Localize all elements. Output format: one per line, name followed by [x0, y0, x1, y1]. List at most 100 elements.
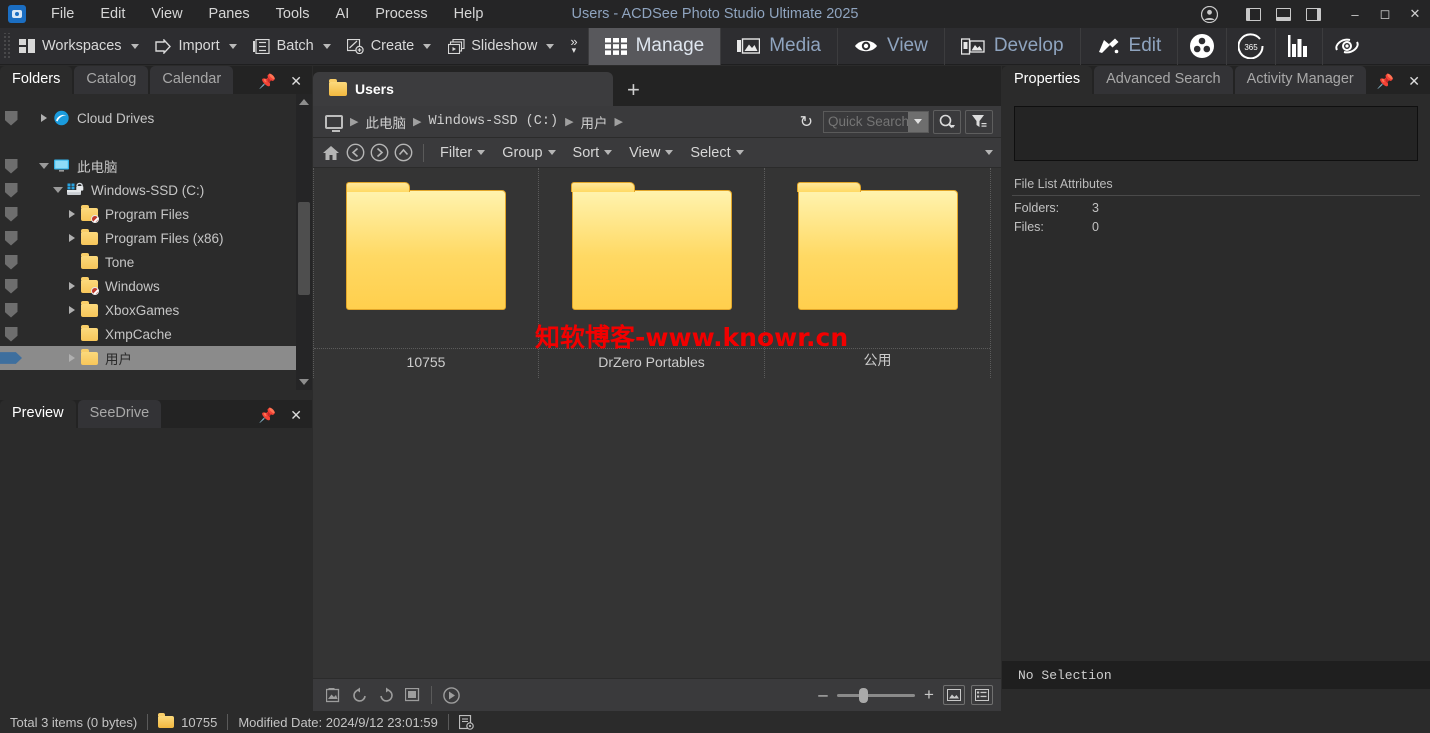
expander-collapsed-icon[interactable]	[64, 306, 80, 314]
pin-icon[interactable]: 📌	[1377, 73, 1394, 90]
tab-edit[interactable]: Edit	[1079, 27, 1178, 65]
expander-collapsed-icon[interactable]	[64, 282, 80, 290]
detail-view-icon[interactable]	[971, 685, 993, 705]
tab-activity-manager[interactable]: Activity Manager	[1234, 66, 1366, 94]
tab-advanced-search[interactable]: Advanced Search	[1094, 66, 1233, 94]
close-icon[interactable]: ✕	[290, 407, 302, 424]
scroll-up-icon[interactable]	[296, 94, 312, 110]
tree-item-xboxgames[interactable]: XboxGames	[0, 298, 312, 322]
chevron-down-icon[interactable]	[130, 43, 139, 49]
filterbar-overflow-icon[interactable]	[985, 150, 993, 155]
shield-badge[interactable]	[0, 106, 22, 130]
chevron-down-icon[interactable]	[423, 43, 432, 49]
toolbar-grip[interactable]	[2, 33, 12, 59]
breadcrumb-users[interactable]: 用户	[577, 110, 612, 134]
tree-item-tone[interactable]: Tone	[0, 250, 312, 274]
layout-left-pane-icon[interactable]	[1238, 0, 1268, 28]
thumbnail-icon[interactable]	[321, 683, 347, 707]
toolbar-overflow-button[interactable]: » ▾	[564, 35, 583, 55]
refresh-icon[interactable]: ↻	[794, 112, 819, 132]
minimize-button[interactable]: –	[1340, 0, 1370, 28]
chevron-down-icon[interactable]	[546, 43, 555, 49]
photo-recovery-button[interactable]	[1322, 27, 1371, 65]
shield-badge[interactable]	[0, 226, 22, 250]
zoom-slider[interactable]	[837, 687, 915, 703]
close-icon[interactable]: ✕	[1408, 73, 1420, 90]
scroll-down-icon[interactable]	[296, 374, 312, 390]
thumbnail-item[interactable]: 10755	[313, 168, 539, 378]
zoom-slider-thumb[interactable]	[859, 687, 868, 703]
menu-item-process[interactable]: Process	[362, 1, 440, 27]
chevron-down-icon[interactable]	[322, 43, 331, 49]
search-button[interactable]	[933, 109, 961, 134]
filter-menu[interactable]: Filter	[432, 143, 494, 163]
account-icon[interactable]	[1194, 0, 1224, 28]
expander-collapsed-icon[interactable]	[64, 210, 80, 218]
home-icon[interactable]	[319, 141, 343, 165]
quick-search-box[interactable]	[823, 110, 929, 133]
tab-media[interactable]: Media	[720, 27, 837, 65]
rotate-left-icon[interactable]	[347, 683, 373, 707]
stop-icon[interactable]	[399, 683, 425, 707]
create-button[interactable]: Create	[341, 31, 442, 61]
expander-expanded-icon[interactable]	[50, 187, 66, 193]
expander-collapsed-icon[interactable]	[64, 354, 80, 362]
tree-item-cloud-drives[interactable]: Cloud Drives	[0, 106, 312, 130]
select-menu[interactable]: Select	[682, 143, 752, 163]
view-menu[interactable]: View	[621, 143, 682, 163]
shield-badge[interactable]	[0, 178, 22, 202]
tab-calendar[interactable]: Calendar	[150, 66, 234, 94]
tree-item-users-selected[interactable]: 用户	[0, 346, 312, 370]
layout-right-pane-icon[interactable]	[1298, 0, 1328, 28]
menu-item-ai[interactable]: AI	[323, 1, 363, 27]
tree-item-program-files-x86[interactable]: Program Files (x86)	[0, 226, 312, 250]
zoom-control[interactable]: – +	[815, 685, 993, 705]
tree-item-this-pc[interactable]: 此电脑	[0, 154, 312, 178]
batch-button[interactable]: Batch	[247, 31, 341, 61]
tab-folders[interactable]: Folders	[0, 66, 73, 94]
shield-badge[interactable]	[0, 250, 22, 274]
search-input[interactable]	[824, 111, 908, 132]
tab-view[interactable]: View	[836, 27, 944, 65]
thumbnail-view-icon[interactable]	[943, 685, 965, 705]
tab-properties[interactable]: Properties	[1002, 66, 1093, 94]
workspaces-button[interactable]: Workspaces	[12, 31, 149, 61]
shield-badge[interactable]	[0, 322, 22, 346]
monitor-icon[interactable]	[325, 114, 343, 132]
pin-icon[interactable]: 📌	[259, 407, 276, 424]
menu-item-help[interactable]: Help	[441, 1, 497, 27]
pin-icon[interactable]: 📌	[259, 73, 276, 90]
breadcrumb-windows-ssd[interactable]: Windows-SSD (C:)	[424, 112, 562, 131]
tree-item-xmpcache[interactable]: XmpCache	[0, 322, 312, 346]
folder-tree-scrollbar[interactable]	[296, 94, 312, 390]
tree-item-windows-ssd[interactable]: Windows-SSD (C:)	[0, 178, 312, 202]
zoom-in-button[interactable]: +	[921, 685, 937, 705]
up-icon[interactable]	[391, 141, 415, 165]
close-icon[interactable]: ✕	[290, 73, 302, 90]
shield-badge[interactable]	[0, 274, 22, 298]
tab-preview[interactable]: Preview	[0, 400, 76, 428]
shield-badge[interactable]	[0, 154, 22, 178]
bar-chart-button[interactable]	[1275, 27, 1322, 65]
layout-bottom-pane-icon[interactable]	[1268, 0, 1298, 28]
file-tab-users[interactable]: Users	[313, 72, 613, 106]
new-tab-button[interactable]: +	[613, 79, 654, 106]
forward-icon[interactable]	[367, 141, 391, 165]
sort-menu[interactable]: Sort	[565, 143, 622, 163]
breadcrumb-this-pc[interactable]: 此电脑	[361, 110, 410, 134]
panel-splitter[interactable]	[0, 390, 312, 400]
tab-develop[interactable]: Develop	[943, 27, 1080, 65]
menu-item-panes[interactable]: Panes	[196, 1, 263, 27]
chevron-down-icon[interactable]	[228, 43, 237, 49]
status-settings-button[interactable]	[449, 711, 485, 733]
tab-seedrive[interactable]: SeeDrive	[77, 400, 162, 428]
shield-badge[interactable]	[0, 298, 22, 322]
365-button[interactable]: 365	[1226, 27, 1275, 65]
group-menu[interactable]: Group	[494, 143, 564, 163]
shield-badge-active[interactable]	[0, 346, 22, 370]
expander-expanded-icon[interactable]	[36, 163, 52, 169]
filter-funnel-icon[interactable]	[965, 109, 993, 134]
scrollbar-thumb[interactable]	[298, 202, 310, 295]
search-dropdown-button[interactable]	[908, 111, 928, 132]
slideshow-button[interactable]: Slideshow	[441, 31, 564, 61]
